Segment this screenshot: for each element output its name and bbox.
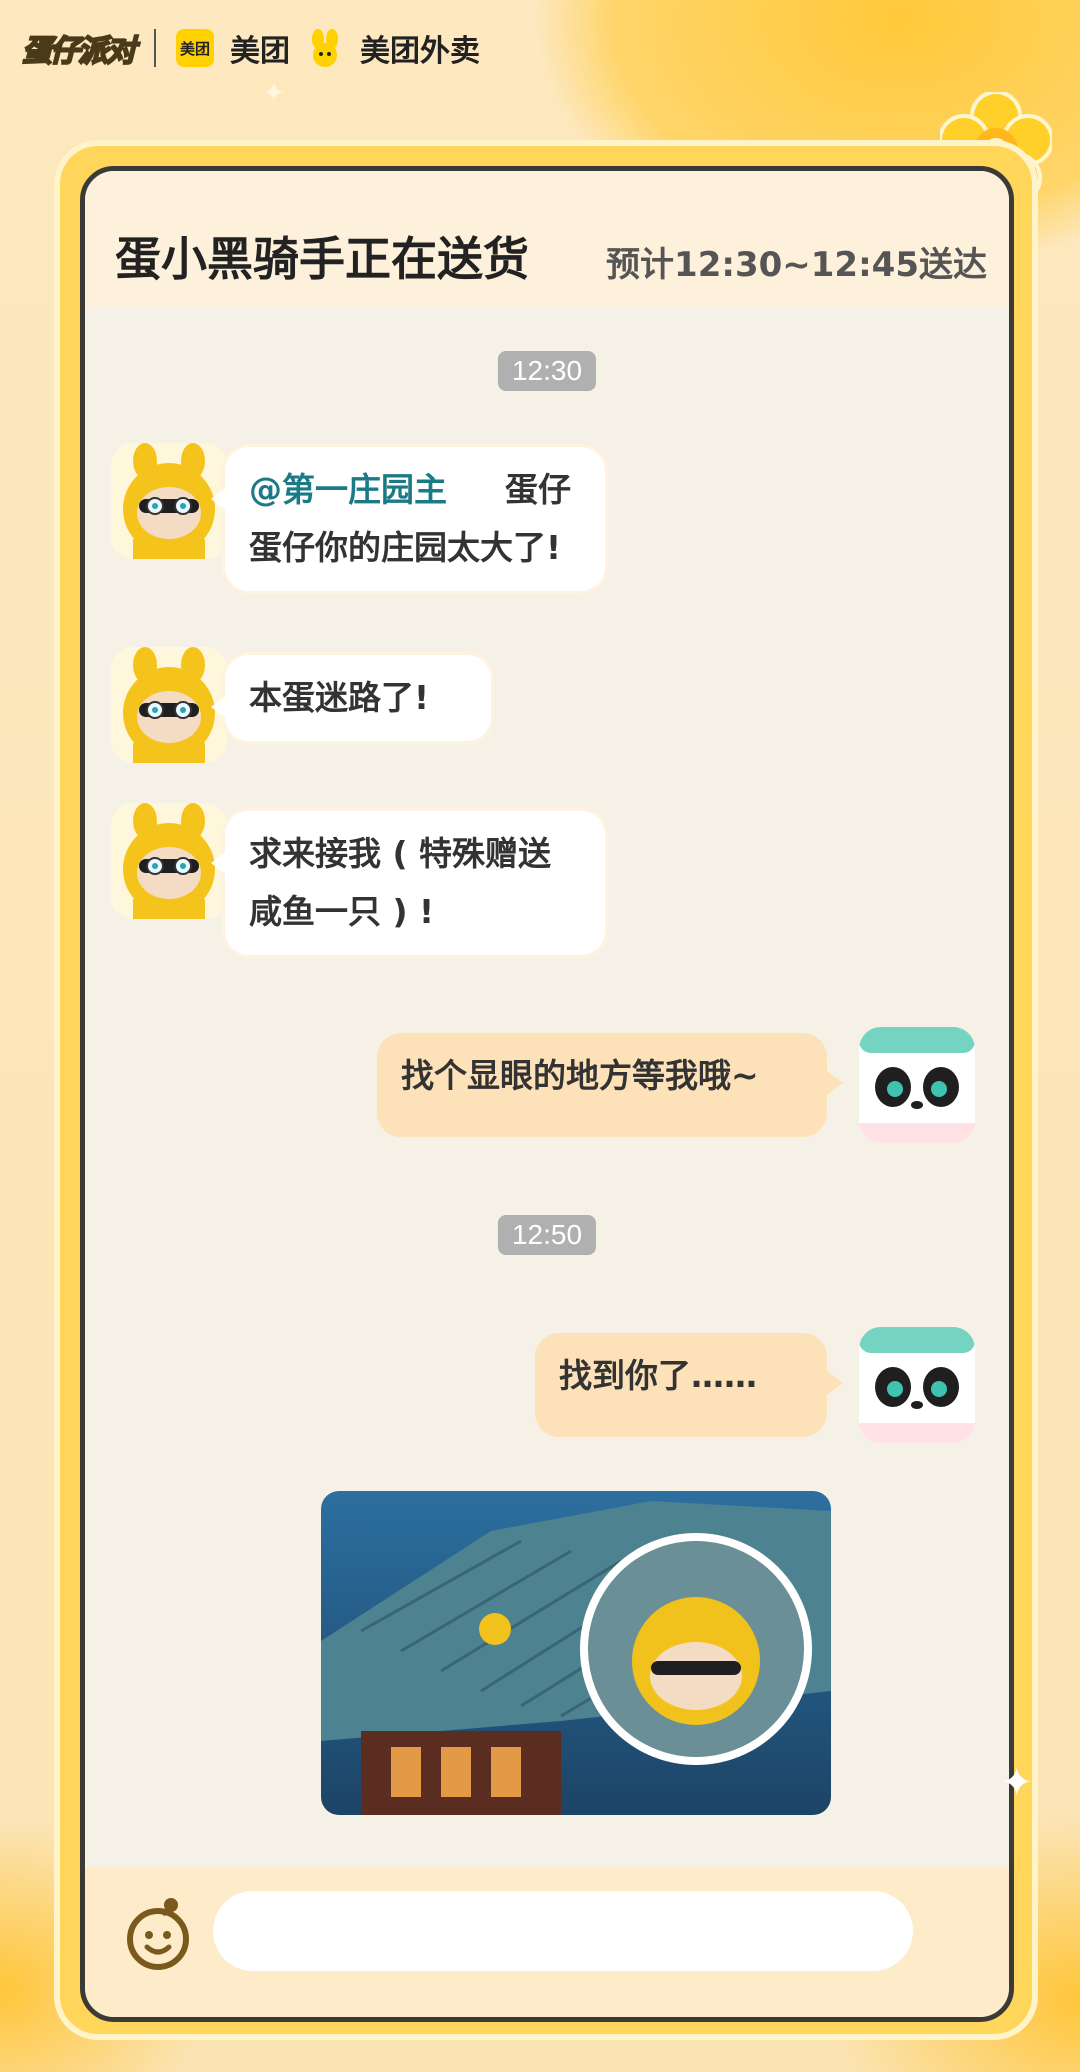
meituan-waimai-kangaroo-icon [306,29,344,67]
incoming-message-bubble: 求来接我 ( 特殊赠送咸鱼一只 ) ! [211,811,605,955]
meituan-logo-icon: 美团 [176,29,214,67]
message-text: 本蛋迷路了! [249,678,430,717]
panda-eggy-avatar[interactable] [859,1027,975,1143]
message-input-bar [85,1867,1009,2017]
message-text: 求来接我 ( 特殊赠送咸鱼一只 ) ! [249,834,552,931]
chat-title: 蛋小黑骑手正在送货 [115,232,529,286]
yellow-bunny-eggy-avatar[interactable] [111,647,227,763]
meituan-waimai-label: 美团外卖 [360,34,480,69]
logo-divider [154,29,156,67]
game-logo: 蛋仔派对 [21,33,137,70]
brand-logo-bar: 蛋仔派对 美团 美团 美团外卖 [21,18,480,78]
yellow-bunny-eggy-avatar[interactable] [111,803,227,919]
message-text: 找个显眼的地方等我哦~ [401,1056,759,1095]
yellow-bunny-eggy-avatar[interactable] [111,443,227,559]
delivery-eta: 预计12:30~12:45送达 [606,245,987,285]
sparkle-icon: ✦ [1000,1760,1034,1806]
chat-window: 蛋小黑骑手正在送货 预计12:30~12:45送达 12:30 @第一庄园主 蛋仔… [80,166,1014,2022]
rooftop-screenshot-image[interactable] [321,1491,831,1815]
outgoing-message-bubble: 找到你了…… [535,1333,843,1437]
timestamp-pill: 12:30 [497,351,597,391]
incoming-message-bubble: 本蛋迷路了! [211,655,491,741]
timestamp-pill: 12:50 [497,1215,597,1255]
message-text-input[interactable] [213,1891,913,1971]
chat-header: 蛋小黑骑手正在送货 预计12:30~12:45送达 [85,171,1009,307]
eggy-face-icon[interactable] [123,1893,193,1973]
message-text: 找到你了…… [559,1356,757,1395]
panda-eggy-avatar[interactable] [859,1327,975,1443]
sparkle-icon: ✦ [262,76,286,109]
meituan-label: 美团 [230,34,290,69]
user-mention[interactable]: @第一庄园主 [249,470,447,509]
outgoing-message-bubble: 找个显眼的地方等我哦~ [377,1033,843,1137]
incoming-message-bubble: @第一庄园主 蛋仔蛋仔你的庄园太大了! [211,447,605,591]
